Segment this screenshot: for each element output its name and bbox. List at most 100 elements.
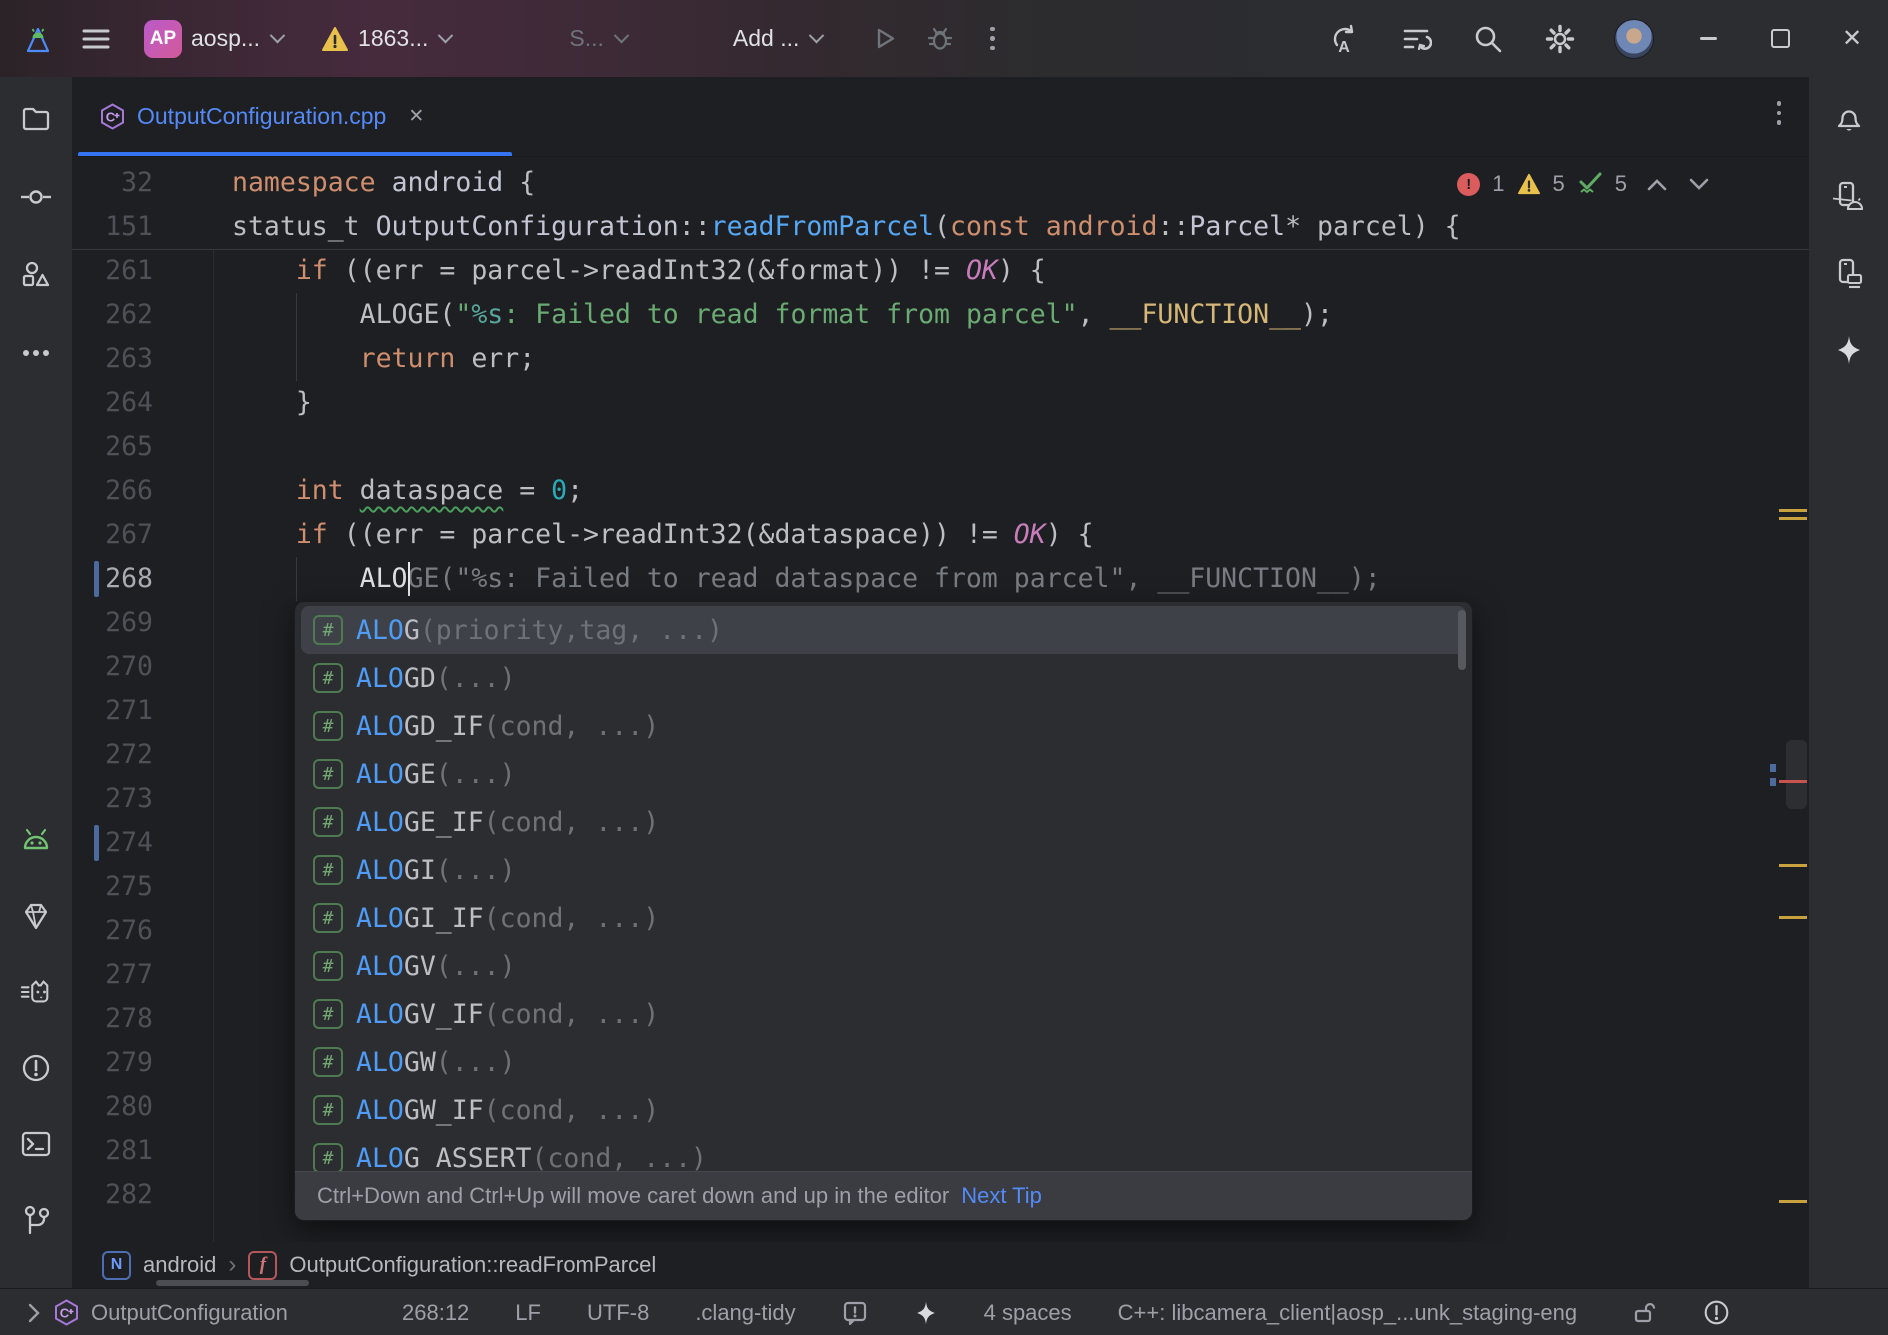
notifications-bell-icon[interactable] (1833, 103, 1865, 135)
line-number[interactable]: 265 (72, 425, 153, 469)
problems-alert-icon[interactable] (20, 1052, 52, 1084)
line-number[interactable]: 267 (72, 513, 153, 557)
breadcrumb-namespace[interactable]: android (143, 1252, 216, 1278)
next-problem-chevron-down-icon[interactable] (1689, 178, 1709, 191)
next-tip-link[interactable]: Next Tip (961, 1183, 1042, 1209)
completion-item-alogw_if[interactable]: #ALOGW_IF(cond, ...) (301, 1086, 1466, 1134)
status-file-widget[interactable]: C OutputConfiguration (26, 1299, 356, 1326)
completion-item-aloge[interactable]: #ALOGE(...) (301, 750, 1466, 798)
completion-item-alogw[interactable]: #ALOGW(...) (301, 1038, 1466, 1086)
line-number[interactable]: 275 (72, 865, 153, 909)
completion-item-alogi_if[interactable]: #ALOGI_IF(cond, ...) (301, 894, 1466, 942)
stripe-vcs-mark[interactable] (1770, 778, 1776, 786)
project-folder-icon[interactable] (20, 103, 52, 135)
code-line-264[interactable]: 264 } (72, 381, 1809, 425)
commit-icon[interactable] (20, 181, 52, 213)
scrollbar-thumb[interactable] (1786, 740, 1807, 809)
breadcrumb-function[interactable]: OutputConfiguration::readFromParcel (289, 1252, 656, 1278)
line-number[interactable]: 270 (72, 645, 153, 689)
app-quality-insights-gem-icon[interactable] (20, 900, 52, 932)
line-number[interactable]: 266 (72, 469, 153, 513)
line-number[interactable]: 280 (72, 1085, 153, 1129)
line-number[interactable]: 272 (72, 733, 153, 777)
line-number[interactable]: 268 (72, 557, 153, 601)
completion-item-alog_assert[interactable]: #ALOG_ASSERT(cond, ...) (301, 1134, 1466, 1171)
device-manager-icon[interactable] (1833, 180, 1865, 212)
line-number[interactable]: 273 (72, 777, 153, 821)
tab-close-icon[interactable]: ✕ (408, 105, 424, 128)
stripe-warning-mark[interactable] (1779, 509, 1807, 512)
project-avatar-badge[interactable]: AP (144, 20, 182, 58)
line-number[interactable]: 264 (72, 381, 153, 425)
line-number[interactable]: 271 (72, 689, 153, 733)
more-tool-windows-icon[interactable] (20, 337, 52, 369)
line-number[interactable]: 276 (72, 909, 153, 953)
horizontal-scrollbar[interactable] (156, 1280, 309, 1286)
prev-problem-chevron-up-icon[interactable] (1647, 178, 1667, 191)
line-number[interactable]: 278 (72, 997, 153, 1041)
line-number[interactable]: 274 (72, 821, 153, 865)
search-everywhere-icon[interactable] (1470, 21, 1506, 57)
code-line-151[interactable]: 151status_t OutputConfiguration::readFro… (72, 205, 1809, 249)
project-widget[interactable]: AP aosp... (144, 20, 283, 58)
structure-shapes-icon[interactable] (20, 259, 52, 291)
logcat-android-icon[interactable] (20, 824, 52, 856)
code-line-263[interactable]: 263 return err; (72, 337, 1809, 381)
code-with-me-icon[interactable]: A (1326, 21, 1362, 57)
indent-widget[interactable]: 4 spaces (984, 1300, 1072, 1326)
stripe-warning-mark[interactable] (1779, 864, 1807, 867)
settings-gear-icon[interactable] (1542, 21, 1578, 57)
chevron-right-icon[interactable] (26, 1302, 42, 1324)
code-line-265[interactable]: 265 (72, 425, 1809, 469)
popup-scrollbar-thumb[interactable] (1458, 610, 1466, 670)
line-number[interactable]: 32 (72, 161, 153, 205)
window-minimize-button[interactable] (1690, 21, 1726, 57)
gemini-sparkle-icon[interactable] (1833, 334, 1865, 366)
code-line-268[interactable]: 268 ALOGE("%s: Failed to read dataspace … (72, 557, 1809, 601)
window-maximize-button[interactable] (1762, 21, 1798, 57)
clang-tidy-widget[interactable]: .clang-tidy (695, 1300, 795, 1326)
line-number[interactable]: 262 (72, 293, 153, 337)
completion-item-alogd[interactable]: #ALOGD(...) (301, 654, 1466, 702)
window-close-button[interactable]: ✕ (1834, 21, 1870, 57)
debug-button[interactable] (922, 21, 958, 57)
run-button[interactable] (866, 21, 902, 57)
line-number[interactable]: 263 (72, 337, 153, 381)
terminal-icon[interactable] (20, 1128, 52, 1160)
tab-options-kebab-icon[interactable] (1777, 101, 1782, 125)
running-processes-list-icon[interactable] (1398, 21, 1434, 57)
user-avatar[interactable] (1614, 19, 1654, 59)
stripe-warning-mark[interactable] (1779, 517, 1807, 520)
stripe-warning-mark[interactable] (1779, 1200, 1807, 1203)
completion-item-alogd_if[interactable]: #ALOGD_IF(cond, ...) (301, 702, 1466, 750)
code-line-261[interactable]: 261 if ((err = parcel->readInt32(&format… (72, 249, 1809, 293)
line-number[interactable]: 281 (72, 1129, 153, 1173)
completion-item-alogv_if[interactable]: #ALOGV_IF(cond, ...) (301, 990, 1466, 1038)
error-circle-icon[interactable] (1703, 1299, 1730, 1326)
completion-item-alogi[interactable]: #ALOGI(...) (301, 846, 1466, 894)
profiler-cat-icon[interactable] (20, 976, 52, 1008)
completion-item-alogv[interactable]: #ALOGV(...) (301, 942, 1466, 990)
tab-outputconfiguration-cpp[interactable]: C OutputConfiguration.cpp ✕ (78, 77, 534, 156)
encoding-widget[interactable]: UTF-8 (587, 1300, 649, 1326)
stripe-error-mark[interactable] (1779, 780, 1807, 783)
code-line-267[interactable]: 267 if ((err = parcel->readInt32(&datasp… (72, 513, 1809, 557)
readonly-comment-icon[interactable] (842, 1300, 868, 1326)
run-configuration-selector[interactable]: Add ... (733, 25, 822, 52)
completion-item-aloge_if[interactable]: #ALOGE_IF(cond, ...) (301, 798, 1466, 846)
inspections-widget[interactable]: ! 1 5 5 (1457, 171, 1709, 197)
running-devices-icon[interactable] (1833, 257, 1865, 289)
line-number[interactable]: 261 (72, 249, 153, 293)
code-line-262[interactable]: 262 ALOGE("%s: Failed to read format fro… (72, 293, 1809, 337)
line-number[interactable]: 279 (72, 1041, 153, 1085)
sparkle-icon[interactable] (914, 1301, 938, 1325)
vcs-branch-widget[interactable]: 1863... (321, 25, 451, 52)
line-number[interactable]: 282 (72, 1173, 153, 1217)
code-editor[interactable]: 32namespace android {151status_t OutputC… (72, 157, 1809, 1242)
line-number[interactable]: 151 (72, 205, 153, 249)
completion-item-alog[interactable]: #ALOG(priority,tag, ...) (301, 606, 1466, 654)
more-actions-kebab-icon[interactable] (974, 21, 1010, 57)
stripe-warning-mark[interactable] (1779, 916, 1807, 919)
stripe-vcs-mark[interactable] (1770, 764, 1776, 772)
unlock-icon[interactable] (1631, 1300, 1657, 1326)
